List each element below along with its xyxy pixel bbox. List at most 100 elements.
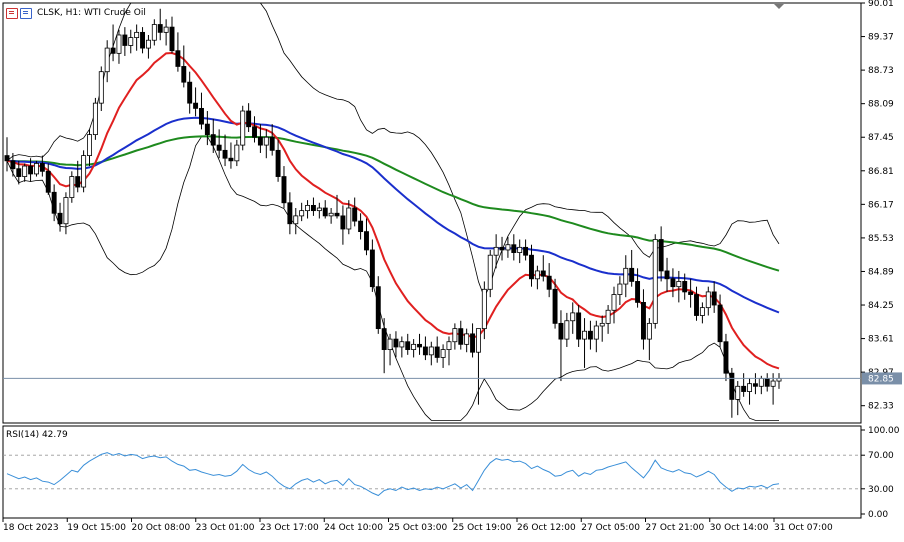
symbol-label: CLSK, H1: WTI Crude Oil (37, 8, 146, 18)
y-tick-label: 84.25 (868, 301, 894, 311)
candle-body (216, 144, 222, 151)
candle-body (475, 328, 481, 353)
candle-body (629, 267, 635, 282)
candle-body (305, 204, 311, 212)
candle-body (493, 246, 499, 256)
candle-body (57, 212, 63, 225)
candle-body (428, 346, 434, 356)
x-tick-label: 24 Oct 10:00 (324, 523, 383, 533)
candle-body (193, 102, 199, 109)
y-tick-label: 87.45 (868, 133, 894, 143)
candle-body (204, 123, 210, 136)
y-tick-label: 86.81 (868, 167, 894, 177)
candle-body (134, 31, 140, 39)
price-pane (2, 2, 862, 424)
y-tick-label: 86.17 (868, 200, 894, 210)
candle-body (523, 246, 529, 256)
candle-body (163, 26, 169, 33)
candle-body (458, 328, 464, 345)
candle-body (263, 136, 269, 146)
y-tick-label: 88.09 (868, 100, 894, 110)
candle-body (81, 155, 87, 188)
candle-body (717, 304, 723, 343)
candle-body (187, 81, 193, 104)
candle-body (764, 378, 770, 387)
y-tick-label: 88.73 (868, 66, 894, 76)
candle-body (487, 254, 493, 290)
candle-body (51, 191, 57, 214)
x-tick-label: 19 Oct 15:00 (67, 523, 126, 533)
rsi-tick-label: 30.00 (868, 485, 894, 495)
candle-body (676, 281, 682, 288)
candle-body (269, 136, 275, 151)
candle-body (375, 286, 381, 330)
candle-body (422, 346, 428, 356)
candle-body (87, 134, 92, 156)
candle-body (210, 134, 216, 146)
candle-body (452, 328, 458, 343)
candle-body (464, 333, 470, 345)
candle-body (593, 325, 599, 340)
candle-body (169, 26, 175, 52)
candle-body (640, 302, 646, 340)
rsi-label: RSI(14) 42.79 (6, 430, 68, 440)
candle-body (729, 372, 735, 400)
candle-body (752, 383, 758, 387)
candle-body (617, 283, 623, 295)
candle-body (98, 71, 104, 104)
candle-body (770, 380, 776, 387)
candle-body (570, 312, 576, 322)
candle-body (505, 244, 511, 251)
rsi-tick-label: 100.00 (868, 426, 900, 436)
candle-body (45, 170, 51, 193)
chart-properties-icon[interactable] (20, 7, 32, 19)
candle-body (122, 34, 128, 46)
candle-body (529, 254, 534, 280)
candle-body (611, 294, 617, 311)
candle-body (252, 126, 257, 138)
candle-body (316, 207, 322, 212)
candle-body (405, 341, 411, 350)
candle-body (381, 328, 387, 350)
x-tick-label: 31 Oct 07:00 (774, 523, 833, 533)
candle-body (517, 246, 523, 253)
candle-body (328, 212, 334, 217)
current-price-label: 82.85 (868, 374, 894, 384)
candle-body (39, 163, 45, 172)
x-tick-label: 26 Oct 12:00 (517, 523, 576, 533)
chart-window-icon[interactable] (6, 7, 18, 19)
candle-body (63, 197, 69, 225)
price-chart[interactable]: 90.01 89.37 88.73 88.09 87.45 86.81 86.17 85.53… (0, 0, 904, 538)
candle-body (582, 330, 587, 340)
candle-body (735, 385, 741, 400)
candle-body (470, 333, 476, 353)
candle-body (69, 176, 75, 198)
x-tick-label: 20 Oct 08:00 (132, 523, 191, 533)
candle-body (128, 37, 134, 46)
candle-body (540, 270, 546, 277)
candle-body (340, 215, 346, 230)
chart-window[interactable]: 90.01 89.37 88.73 88.09 87.45 86.81 86.17 85.53… (0, 0, 904, 538)
candle-body (104, 47, 110, 73)
candle-body (16, 168, 22, 177)
rsi-tick-label: 70.00 (868, 451, 894, 461)
candle-body (635, 281, 641, 303)
x-tick-label: 18 Oct 2023 (3, 523, 59, 533)
rsi-pane (2, 425, 862, 519)
candle-body (417, 343, 422, 348)
candle-body (446, 341, 452, 350)
candle-body (741, 385, 747, 392)
candle-body (558, 322, 564, 340)
candle-body (694, 294, 699, 316)
candle-body (293, 215, 299, 225)
candle-body (699, 307, 705, 316)
candle-body (181, 66, 187, 83)
candle-body (287, 202, 293, 225)
x-tick-label: 27 Oct 05:00 (581, 523, 640, 533)
candle-body (346, 207, 352, 230)
candle-body (116, 34, 122, 54)
y-tick-label: 90.01 (868, 0, 894, 9)
candle-body (646, 322, 652, 340)
candle-body (110, 47, 116, 54)
candle-body (670, 278, 676, 288)
